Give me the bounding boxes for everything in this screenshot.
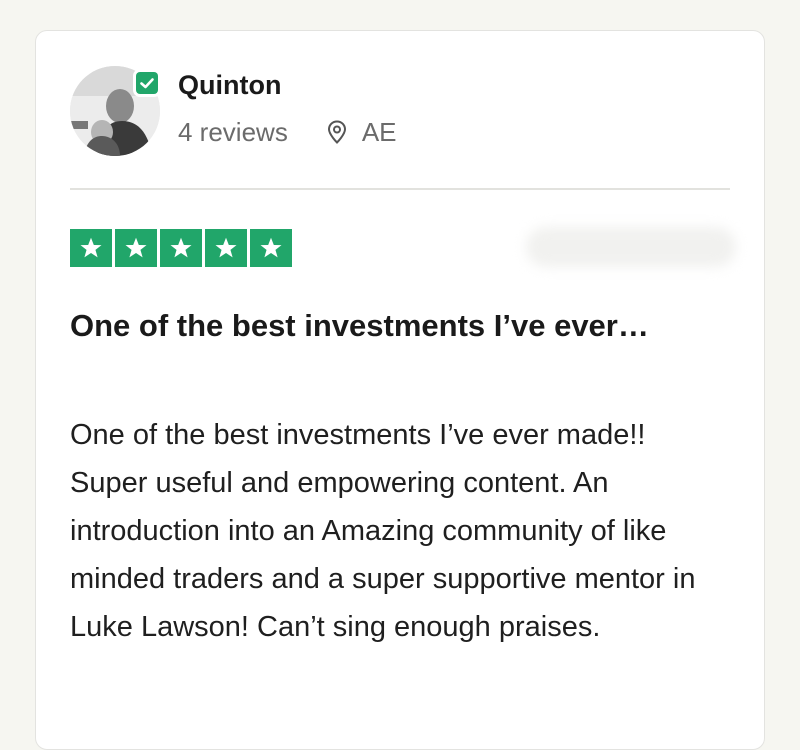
- reviewer-meta: 4 reviews AE: [178, 115, 397, 149]
- reviewer-avatar-wrap[interactable]: [70, 66, 160, 156]
- star-icon: [205, 229, 247, 267]
- star-icon: [70, 229, 112, 267]
- reviews-count: 4 reviews: [178, 116, 288, 147]
- review-card: Quinton 4 reviews AE One of the best inv…: [35, 30, 765, 750]
- reviewer-country: AE: [361, 116, 397, 147]
- review-title[interactable]: One of the best investments I’ve ever…: [70, 303, 710, 349]
- star-rating: [70, 229, 292, 267]
- blurred-date: [526, 227, 736, 267]
- reviewer-name[interactable]: Quinton: [178, 69, 281, 101]
- star-icon: [160, 229, 202, 267]
- map-pin-icon: [327, 120, 346, 144]
- divider: [70, 188, 730, 190]
- review-body: One of the best investments I’ve ever ma…: [70, 419, 696, 643]
- star-icon: [250, 229, 292, 267]
- star-icon: [115, 229, 157, 267]
- check-badge-icon: [136, 72, 158, 94]
